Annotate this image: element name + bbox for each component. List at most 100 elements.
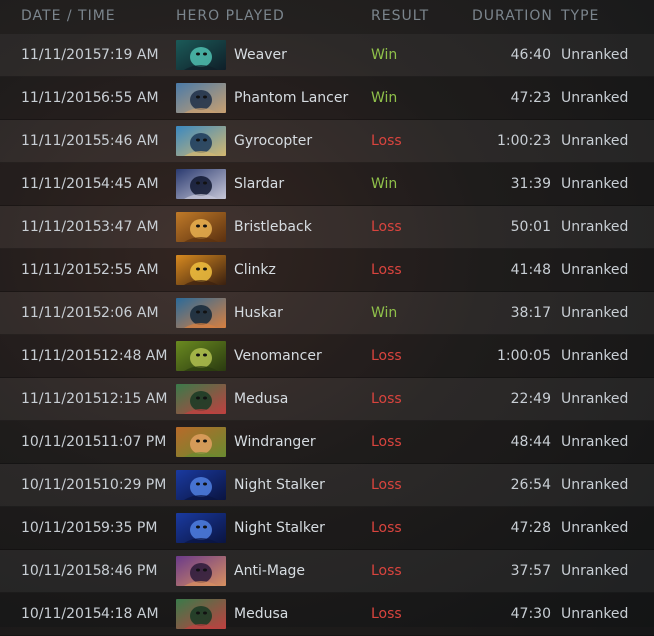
match-date: 11/11/2015	[21, 133, 102, 149]
match-date: 11/11/2015	[21, 305, 102, 321]
hero-name: Weaver	[234, 47, 287, 63]
medusa-portrait	[176, 599, 226, 629]
column-header-duration[interactable]: DURATION	[472, 8, 553, 24]
match-list: 11/11/2015 7:19 AM Weaver Win 46:40 Unranked 1…	[0, 34, 654, 636]
match-date: 10/11/2015	[21, 434, 102, 450]
match-type: Unranked	[561, 305, 629, 321]
match-row[interactable]: 10/11/2015 9:35 PM Night Stalker Loss 47:28 U…	[0, 507, 654, 550]
match-row[interactable]: 11/11/2015 12:48 AM Venomancer Loss 1:00:05 U…	[0, 335, 654, 378]
gyrocopter-portrait	[176, 126, 226, 156]
night-stalker-portrait	[176, 513, 226, 543]
match-duration: 1:00:23	[497, 133, 551, 149]
column-header-result[interactable]: RESULT	[371, 8, 429, 24]
match-time: 3:47 AM	[101, 219, 159, 235]
match-time: 12:15 AM	[101, 391, 168, 407]
medusa-portrait	[176, 384, 226, 414]
match-duration: 1:00:05	[497, 348, 551, 364]
match-date: 11/11/2015	[21, 176, 102, 192]
windranger-portrait	[176, 427, 226, 457]
match-result: Loss	[371, 434, 402, 450]
weaver-portrait	[176, 40, 226, 70]
match-time: 6:55 AM	[101, 90, 159, 106]
match-row[interactable]: 11/11/2015 2:55 AM Clinkz Loss 41:48 Unranked	[0, 249, 654, 292]
match-result: Loss	[371, 133, 402, 149]
match-row[interactable]: 11/11/2015 4:45 AM Slardar Win 31:39 Unranked	[0, 163, 654, 206]
match-duration: 48:44	[510, 434, 551, 450]
match-date: 10/11/2015	[21, 477, 102, 493]
match-duration: 46:40	[510, 47, 551, 63]
match-row[interactable]: 11/11/2015 6:55 AM Phantom Lancer Win 47:23 U…	[0, 77, 654, 120]
clinkz-portrait	[176, 255, 226, 285]
match-row[interactable]: 10/11/2015 4:18 AM Medusa Loss 47:30 Unranked	[0, 593, 654, 636]
match-time: 8:46 PM	[101, 563, 158, 579]
match-date: 11/11/2015	[21, 348, 102, 364]
match-type: Unranked	[561, 434, 629, 450]
match-duration: 38:17	[510, 305, 551, 321]
match-date: 10/11/2015	[21, 520, 102, 536]
match-type: Unranked	[561, 133, 629, 149]
match-row[interactable]: 10/11/2015 8:46 PM Anti-Mage Loss 37:57 Unran…	[0, 550, 654, 593]
match-result: Loss	[371, 391, 402, 407]
match-type: Unranked	[561, 219, 629, 235]
match-type: Unranked	[561, 391, 629, 407]
match-row[interactable]: 10/11/2015 10:29 PM Night Stalker Loss 26:54…	[0, 464, 654, 507]
match-result: Win	[371, 47, 398, 63]
match-time: 7:19 AM	[101, 47, 159, 63]
match-type: Unranked	[561, 520, 629, 536]
match-time: 5:46 AM	[101, 133, 159, 149]
hero-name: Medusa	[234, 391, 289, 407]
slardar-portrait	[176, 169, 226, 199]
hero-name: Phantom Lancer	[234, 90, 349, 106]
match-duration: 22:49	[510, 391, 551, 407]
hero-name: Gyrocopter	[234, 133, 313, 149]
match-date: 11/11/2015	[21, 90, 102, 106]
match-history-header: DATE / TIME HERO PLAYED RESULT DURATION …	[0, 0, 654, 34]
match-row[interactable]: 10/11/2015 11:07 PM Windranger Loss 48:44 Unr…	[0, 421, 654, 464]
match-duration: 47:28	[510, 520, 551, 536]
match-time: 4:18 AM	[101, 606, 159, 622]
match-type: Unranked	[561, 606, 629, 622]
match-time: 2:55 AM	[101, 262, 159, 278]
hero-name: Huskar	[234, 305, 283, 321]
match-result: Loss	[371, 262, 402, 278]
match-row[interactable]: 11/11/2015 7:19 AM Weaver Win 46:40 Unranked	[0, 34, 654, 77]
match-duration: 26:54	[510, 477, 551, 493]
match-row[interactable]: 11/11/2015 12:15 AM Medusa Loss 22:49 Unranke…	[0, 378, 654, 421]
match-duration: 50:01	[510, 219, 551, 235]
match-row[interactable]: 11/11/2015 5:46 AM Gyrocopter Loss 1:00:23 Un…	[0, 120, 654, 163]
hero-name: Venomancer	[234, 348, 322, 364]
match-duration: 31:39	[510, 176, 551, 192]
match-row[interactable]: 11/11/2015 3:47 AM Bristleback Loss 50:01 Unr…	[0, 206, 654, 249]
hero-name: Medusa	[234, 606, 289, 622]
hero-name: Night Stalker	[234, 477, 325, 493]
hero-name: Bristleback	[234, 219, 312, 235]
match-type: Unranked	[561, 90, 629, 106]
match-time: 4:45 AM	[101, 176, 159, 192]
match-result: Loss	[371, 606, 402, 622]
match-result: Loss	[371, 520, 402, 536]
match-result: Win	[371, 305, 398, 321]
match-date: 11/11/2015	[21, 391, 102, 407]
match-date: 11/11/2015	[21, 47, 102, 63]
bristleback-portrait	[176, 212, 226, 242]
match-time: 2:06 AM	[101, 305, 159, 321]
match-row[interactable]: 11/11/2015 2:06 AM Huskar Win 38:17 Unranked	[0, 292, 654, 335]
match-result: Loss	[371, 477, 402, 493]
match-date: 11/11/2015	[21, 262, 102, 278]
match-duration: 47:23	[510, 90, 551, 106]
match-type: Unranked	[561, 262, 629, 278]
column-header-hero-played[interactable]: HERO PLAYED	[176, 8, 285, 24]
hero-name: Night Stalker	[234, 520, 325, 536]
hero-name: Anti-Mage	[234, 563, 306, 579]
match-result: Loss	[371, 348, 402, 364]
column-header-type[interactable]: TYPE	[561, 8, 599, 24]
match-duration: 41:48	[510, 262, 551, 278]
match-time: 10:29 PM	[101, 477, 167, 493]
match-result: Win	[371, 176, 398, 192]
anti-mage-portrait	[176, 556, 226, 586]
match-time: 9:35 PM	[101, 520, 158, 536]
hero-name: Windranger	[234, 434, 316, 450]
venomancer-portrait	[176, 341, 226, 371]
column-header-date-time[interactable]: DATE / TIME	[21, 8, 116, 24]
night-stalker-portrait	[176, 470, 226, 500]
